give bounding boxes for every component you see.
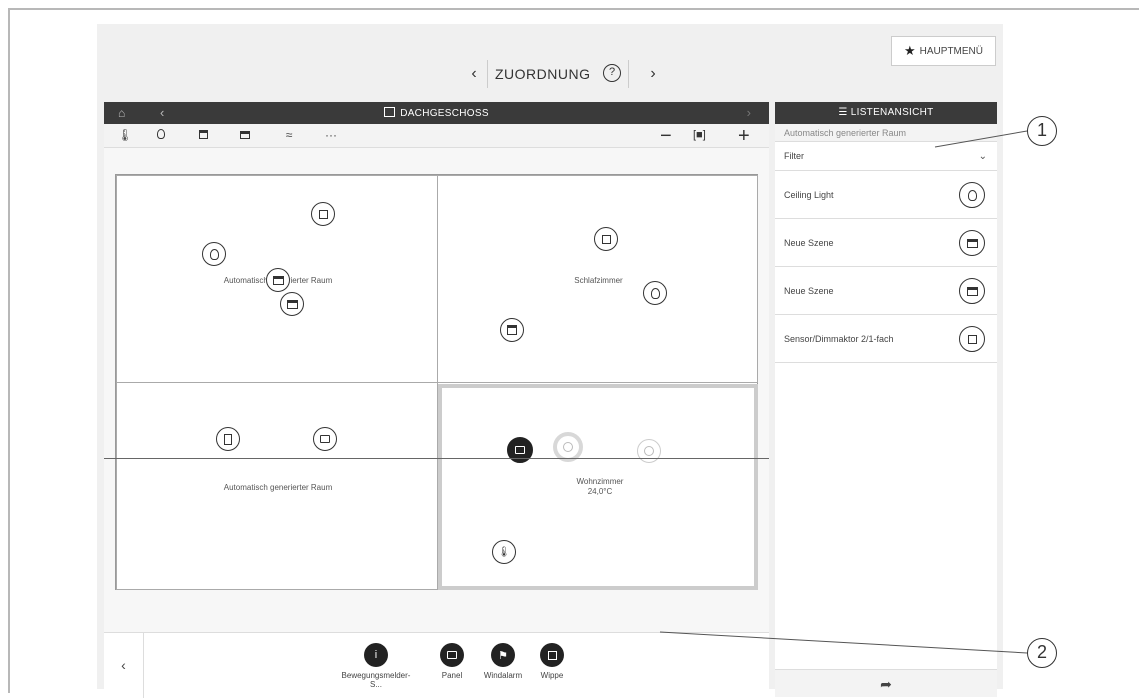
bulb-icon — [959, 182, 985, 208]
prev-page-button[interactable]: ‹ — [462, 62, 486, 86]
app-window: ‹ ZUORDNUNG ? › ★ HAUPTMENÜ ⌂ ‹ DACHGESC… — [97, 24, 1003, 698]
device-windalarm[interactable]: ⚑ Windalarm — [478, 643, 528, 680]
device-panel[interactable]: Panel — [434, 643, 470, 680]
bottom-back-button[interactable]: ‹ — [104, 633, 144, 698]
main-menu-label: HAUPTMENÜ — [919, 45, 983, 57]
unassigned-devices-bar: ‹ i Bewegungsmelder-S... Panel ⚑ Windala… — [104, 632, 769, 698]
list-room-name: Automatisch generierter Raum — [775, 124, 997, 142]
room-name: Wohnzimmer — [576, 477, 624, 486]
list-item-label: Sensor/Dimmaktor 2/1-fach — [784, 334, 894, 344]
bulb-icon[interactable] — [643, 281, 667, 305]
bulb-icon[interactable] — [202, 242, 226, 266]
floor-title-bar: ⌂ ‹ DACHGESCHOSS › — [104, 102, 769, 124]
room-wohnzimmer[interactable]: Wohnzimmer 24,0°C — [438, 384, 758, 590]
filter-label: Filter — [784, 151, 804, 161]
room-temperature: 24,0°C — [587, 487, 613, 497]
list-icon: ☰ — [838, 107, 851, 118]
scene-icon — [959, 230, 985, 256]
divider-line — [104, 458, 769, 459]
room-label: Automatisch generierter Raum — [223, 483, 333, 492]
list-item[interactable]: Sensor/Dimmaktor 2/1-fach — [775, 315, 997, 363]
list-item[interactable]: Ceiling Light — [775, 171, 997, 219]
room-label: Schlafzimmer — [574, 276, 623, 285]
nav-divider — [628, 60, 629, 88]
wind-alarm-icon: ⚑ — [491, 643, 515, 667]
zoom-fit-button[interactable]: [■] — [693, 129, 706, 141]
chevron-down-icon: ⌄ — [978, 151, 987, 162]
thermostat-filter-icon[interactable]: 🌡 — [116, 128, 134, 144]
motion-sensor-icon: i — [364, 643, 388, 667]
main-menu-button[interactable]: ★ HAUPTMENÜ — [891, 36, 996, 66]
help-icon[interactable]: ? — [603, 64, 621, 82]
room-label: Wohnzimmer 24,0°C — [442, 477, 758, 498]
callout-2: 2 — [1027, 638, 1057, 668]
device-label: Wippe — [540, 671, 564, 680]
panel-icon[interactable] — [313, 427, 337, 451]
list-item[interactable]: Neue Szene — [775, 219, 997, 267]
top-navigation: ‹ ZUORDNUNG ? › ★ HAUPTMENÜ — [97, 24, 1003, 100]
sensor-dimmer-icon[interactable] — [594, 227, 618, 251]
device-label: Windalarm — [483, 671, 523, 680]
device-label: Panel — [441, 671, 463, 680]
zoom-out-button[interactable]: − — [660, 125, 672, 148]
floor-icon — [384, 107, 396, 117]
room-auto-2[interactable]: Automatisch generierter Raum — [116, 382, 438, 590]
scene-icon[interactable] — [266, 268, 290, 292]
page-title: ZUORDNUNG — [495, 66, 591, 82]
floor-title-label: DACHGESCHOSS — [400, 108, 489, 119]
door-icon[interactable] — [216, 427, 240, 451]
sensor-dimmer-icon[interactable] — [311, 202, 335, 226]
scene-filter-icon[interactable] — [236, 128, 254, 144]
sensor-dimmer-icon — [959, 326, 985, 352]
document-frame: ‹ ZUORDNUNG ? › ★ HAUPTMENÜ ⌂ ‹ DACHGESC… — [8, 8, 1139, 698]
sensor-filter-icon[interactable]: ≈ — [280, 128, 298, 144]
floor-title: DACHGESCHOSS — [104, 107, 769, 119]
floor-forward-button[interactable]: › — [747, 105, 751, 120]
zoom-in-button[interactable]: + — [738, 125, 750, 148]
nav-divider — [487, 60, 488, 88]
blind-icon[interactable] — [500, 318, 524, 342]
blind-filter-icon[interactable] — [194, 128, 212, 144]
list-view-title: LISTENANSICHT — [850, 107, 934, 118]
callout-1: 1 — [1027, 116, 1057, 146]
rocker-icon — [540, 643, 564, 667]
floor-plan: Automatisch generierter Raum Schlafzimme… — [115, 174, 758, 590]
floor-plan-panel: ⌂ ‹ DACHGESCHOSS › 🌡 ≈ ··· − [■] + Autom… — [104, 102, 769, 698]
device-filter-toolbar: 🌡 ≈ ··· − [■] + — [104, 124, 769, 148]
bulb-filter-icon[interactable] — [152, 128, 170, 144]
list-item-label: Neue Szene — [784, 286, 834, 296]
list-item[interactable]: Neue Szene — [775, 267, 997, 315]
star-icon: ★ — [904, 43, 916, 58]
thermostat-icon[interactable]: 🌡 — [492, 540, 516, 564]
room-schlafzimmer[interactable]: Schlafzimmer — [437, 175, 758, 383]
panel-icon — [440, 643, 464, 667]
panel-icon[interactable] — [507, 437, 533, 463]
next-page-button[interactable]: › — [641, 62, 665, 86]
scene-icon[interactable] — [280, 292, 304, 316]
device-motion-sensor[interactable]: i Bewegungsmelder-S... — [336, 643, 416, 689]
more-filter-icon[interactable]: ··· — [322, 128, 340, 144]
device-label: Bewegungsmelder-S... — [341, 671, 411, 689]
sensor-icon[interactable] — [637, 439, 661, 463]
list-view-panel: ☰ LISTENANSICHT Automatisch generierter … — [775, 102, 997, 697]
list-view-header: ☰ LISTENANSICHT — [775, 102, 997, 124]
filter-dropdown[interactable]: Filter ⌄ — [775, 142, 997, 171]
list-item-label: Ceiling Light — [784, 190, 834, 200]
device-wippe[interactable]: Wippe — [534, 643, 570, 680]
scene-icon — [959, 278, 985, 304]
list-item-label: Neue Szene — [784, 238, 834, 248]
